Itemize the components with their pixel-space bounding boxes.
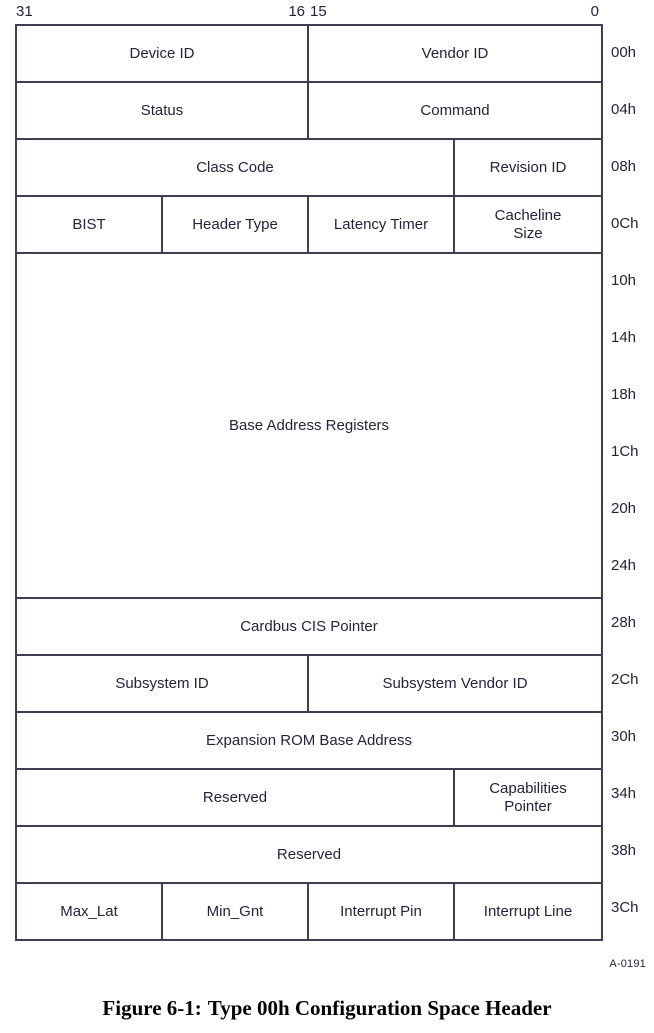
field-min-gnt: Min_Gnt [163, 884, 309, 939]
offset-label-28h: 28h [611, 613, 637, 631]
register-row-04h: Status Command [17, 83, 601, 140]
field-cacheline-size: Cacheline Size [455, 197, 601, 252]
field-label: Revision ID [489, 158, 567, 176]
field-label: BIST [72, 215, 106, 233]
field-revision-id: Revision ID [455, 140, 601, 195]
bit-label-15: 15 [310, 3, 327, 20]
bit-label-0: 0 [590, 3, 599, 20]
field-subsystem-vendor-id: Subsystem Vendor ID [309, 656, 601, 711]
byte-offset-column: 00h 04h 08h 0Ch 10h 14h 18h 1Ch 20h 24h … [607, 24, 654, 936]
field-label: Device ID [129, 44, 195, 62]
figure-caption: Figure 6-1: Type 00h Configuration Space … [0, 995, 654, 1021]
field-label: Class Code [196, 158, 274, 176]
field-label: Min_Gnt [206, 902, 264, 920]
field-label: Subsystem Vendor ID [382, 674, 528, 692]
offset-label-30h: 30h [611, 727, 637, 745]
field-label: Command [420, 101, 490, 119]
field-max-lat: Max_Lat [17, 884, 163, 939]
offset-label-08h: 08h [611, 157, 637, 175]
bit-position-ruler: 31 16 15 0 [15, 2, 603, 24]
field-label: Subsystem ID [115, 674, 209, 692]
field-reserved-34h: Reserved [17, 770, 455, 825]
field-base-address-registers: Base Address Registers [17, 254, 601, 597]
offset-label-18h: 18h [611, 385, 637, 403]
field-label: Reserved [276, 845, 342, 863]
configuration-space-header-table: Device ID Vendor ID Status Command Class… [15, 24, 603, 941]
register-row-base-address-registers: Base Address Registers [17, 254, 601, 599]
offset-label-2ch: 2Ch [611, 670, 639, 688]
bit-ruler-upper-halfword: 31 16 [15, 2, 309, 24]
offset-label-14h: 14h [611, 328, 637, 346]
bit-label-31: 31 [16, 3, 33, 20]
field-expansion-rom-base-address: Expansion ROM Base Address [17, 713, 601, 768]
field-device-id: Device ID [17, 26, 309, 81]
field-vendor-id: Vendor ID [309, 26, 601, 81]
offset-label-24h: 24h [611, 556, 637, 574]
offset-label-20h: 20h [611, 499, 637, 517]
field-cardbus-cis-pointer: Cardbus CIS Pointer [17, 599, 601, 654]
offset-label-10h: 10h [611, 271, 637, 289]
field-status: Status [17, 83, 309, 138]
figure-id-code: A-0191 [609, 958, 646, 970]
field-label: Vendor ID [421, 44, 489, 62]
offset-label-1ch: 1Ch [611, 442, 639, 460]
offset-label-34h: 34h [611, 784, 637, 802]
field-label: Cardbus CIS Pointer [240, 617, 378, 635]
field-label: Interrupt Pin [340, 902, 422, 920]
register-row-38h: Reserved [17, 827, 601, 884]
field-capabilities-pointer: Capabilities Pointer [455, 770, 601, 825]
offset-label-00h: 00h [611, 43, 637, 61]
field-label: Reserved [202, 788, 268, 806]
figure-caption-label: Figure 6-1: [102, 996, 202, 1020]
offset-label-0ch: 0Ch [611, 214, 639, 232]
bit-ruler-lower-halfword: 15 0 [309, 2, 603, 24]
field-label: Header Type [192, 215, 278, 233]
field-latency-timer: Latency Timer [309, 197, 455, 252]
bit-label-16: 16 [288, 3, 305, 20]
field-interrupt-pin: Interrupt Pin [309, 884, 455, 939]
field-subsystem-id: Subsystem ID [17, 656, 309, 711]
field-header-type: Header Type [163, 197, 309, 252]
register-row-34h: Reserved Capabilities Pointer [17, 770, 601, 827]
field-bist: BIST [17, 197, 163, 252]
field-command: Command [309, 83, 601, 138]
offset-label-38h: 38h [611, 841, 637, 859]
field-label: Latency Timer [333, 215, 429, 233]
field-label: Max_Lat [60, 902, 118, 920]
field-class-code: Class Code [17, 140, 455, 195]
figure-caption-title: Type 00h Configuration Space Header [207, 996, 552, 1020]
register-row-0ch: BIST Header Type Latency Timer Cacheline… [17, 197, 601, 254]
field-label: Status [140, 101, 184, 119]
offset-label-3ch: 3Ch [611, 898, 639, 916]
field-label: Capabilities Pointer [489, 779, 567, 815]
register-row-3ch: Max_Lat Min_Gnt Interrupt Pin Interrupt … [17, 884, 601, 941]
register-row-2ch: Subsystem ID Subsystem Vendor ID [17, 656, 601, 713]
field-reserved-38h: Reserved [17, 827, 601, 882]
field-label: Cacheline Size [494, 206, 562, 242]
field-label: Base Address Registers [228, 416, 390, 434]
register-row-30h: Expansion ROM Base Address [17, 713, 601, 770]
field-interrupt-line: Interrupt Line [455, 884, 601, 939]
register-row-08h: Class Code Revision ID [17, 140, 601, 197]
field-label: Interrupt Line [483, 902, 573, 920]
register-row-00h: Device ID Vendor ID [17, 26, 601, 83]
register-row-28h: Cardbus CIS Pointer [17, 599, 601, 656]
offset-label-04h: 04h [611, 100, 637, 118]
field-label: Expansion ROM Base Address [206, 731, 412, 749]
